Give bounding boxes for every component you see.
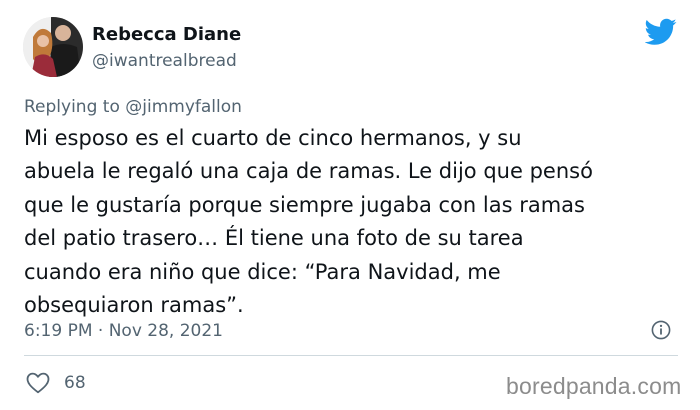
- watermark: boredpanda.com: [506, 373, 682, 399]
- avatar[interactable]: [23, 17, 83, 77]
- reply-prefix: Replying to: [24, 97, 120, 117]
- divider: [24, 355, 678, 356]
- reply-mention-link[interactable]: @jimmyfallon: [125, 97, 242, 117]
- author-name[interactable]: Rebecca Diane: [92, 23, 241, 47]
- tweet-timestamp[interactable]: 6:19 PM · Nov 28, 2021: [24, 320, 223, 342]
- author-handle[interactable]: @iwantrealbread: [92, 50, 237, 72]
- avatar-photo-icon: [23, 17, 83, 77]
- reply-context: Replying to @jimmyfallon: [24, 96, 242, 118]
- info-icon[interactable]: [651, 320, 671, 340]
- like-count: 68: [64, 373, 86, 393]
- tweet-text: Mi esposo es el cuarto de cinco hermanos…: [24, 126, 593, 318]
- heart-icon[interactable]: [26, 372, 50, 394]
- tweet-card: Rebecca Diane @iwantrealbread Replying t…: [0, 0, 700, 410]
- twitter-bird-icon[interactable]: [645, 18, 677, 46]
